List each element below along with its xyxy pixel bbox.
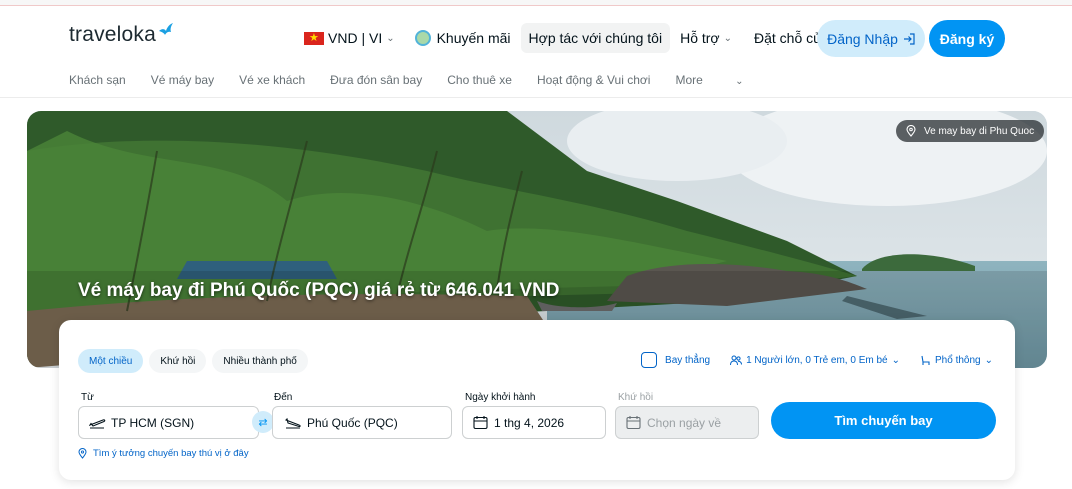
return-date-field[interactable]: Chọn ngày về bbox=[615, 406, 759, 439]
depart-label: Ngày khởi hành bbox=[465, 392, 536, 403]
tab-multi-city-label: Nhiều thành phố bbox=[223, 355, 297, 367]
from-field[interactable]: TP HCM (SGN) bbox=[78, 406, 259, 439]
calendar-icon bbox=[626, 416, 641, 430]
passenger-selector[interactable]: 1 Người lớn, 0 Trẻ em, 0 Em bé ⌄ bbox=[730, 355, 900, 366]
tab-multi-city[interactable]: Nhiều thành phố bbox=[212, 349, 308, 373]
subnav-item-more[interactable]: More ⌄ bbox=[675, 73, 768, 87]
checkbox-icon bbox=[641, 352, 658, 368]
calendar-icon bbox=[473, 416, 488, 430]
logo-text: traveloka bbox=[69, 23, 157, 46]
passenger-label: 1 Người lớn, 0 Trẻ em, 0 Em bé bbox=[746, 354, 888, 366]
subnav-more-label: More bbox=[675, 73, 703, 87]
subnav-item-flights[interactable]: Vé máy bay bbox=[151, 73, 214, 87]
subnav-item-activities[interactable]: Hoạt động & Vui chơi bbox=[537, 73, 651, 87]
search-flights-label: Tìm chuyến bay bbox=[834, 413, 933, 428]
depart-date-field[interactable]: 1 thg 4, 2026 bbox=[462, 406, 606, 439]
signup-button[interactable]: Đăng ký bbox=[929, 20, 1005, 57]
signup-label: Đăng ký bbox=[939, 30, 995, 47]
direct-flight-label: Bay thẳng bbox=[665, 354, 711, 366]
swap-icon: ⇄ bbox=[258, 416, 268, 429]
chevron-down-icon: ⌄ bbox=[984, 354, 993, 366]
search-options: Bay thẳng 1 Người lớn, 0 Trẻ em, 0 Em bé… bbox=[621, 352, 993, 368]
subnav-item-bus[interactable]: Vé xe khách bbox=[239, 73, 305, 87]
passengers-icon bbox=[730, 355, 743, 365]
currency-language-label: VND | VI bbox=[328, 30, 383, 46]
subnav-item-car-rental[interactable]: Cho thuê xe bbox=[447, 73, 512, 87]
nav-partner-label: Hợp tác với chúng tôi bbox=[528, 30, 663, 46]
return-date-placeholder: Chọn ngày về bbox=[647, 415, 722, 430]
login-button[interactable]: Đăng Nhập bbox=[817, 20, 925, 57]
chevron-down-icon: ⌄ bbox=[723, 32, 732, 44]
to-value: Phú Quốc (PQC) bbox=[307, 415, 398, 430]
takeoff-icon bbox=[89, 418, 106, 429]
header: traveloka VND | VI ⌄ Khuyến mãi Hợp tác … bbox=[0, 6, 1072, 98]
chevron-down-icon: ⌄ bbox=[386, 32, 395, 44]
nav-promo-label: Khuyến mãi bbox=[436, 30, 511, 46]
nav-partner[interactable]: Hợp tác với chúng tôi bbox=[520, 23, 671, 53]
location-badge[interactable]: Ve may bay di Phu Quoc bbox=[896, 120, 1045, 142]
hero-title: Vé máy bay đi Phú Quốc (PQC) giá rẻ từ 6… bbox=[78, 280, 560, 301]
flight-ideas-label: Tìm ý tưởng chuyến bay thú vị ở đây bbox=[93, 448, 249, 459]
product-subnav: Khách sạn Vé máy bay Vé xe khách Đưa đón… bbox=[69, 73, 794, 87]
trip-type-tabs: Một chiều Khứ hồi Nhiều thành phố bbox=[78, 349, 314, 373]
return-label: Khứ hồi bbox=[618, 392, 654, 403]
flight-ideas-link[interactable]: Tìm ý tưởng chuyến bay thú vị ở đây bbox=[78, 448, 249, 459]
tab-round-trip[interactable]: Khứ hồi bbox=[149, 349, 207, 373]
bird-icon bbox=[159, 23, 174, 35]
promo-icon bbox=[414, 30, 431, 46]
currency-language-selector[interactable]: VND | VI ⌄ bbox=[296, 23, 403, 53]
to-field[interactable]: Phú Quốc (PQC) bbox=[272, 406, 452, 439]
tab-round-trip-label: Khứ hồi bbox=[160, 355, 196, 367]
nav-support-label: Hỗ trợ bbox=[680, 30, 720, 46]
location-badge-label: Ve may bay di Phu Quoc bbox=[924, 125, 1035, 137]
from-value: TP HCM (SGN) bbox=[111, 415, 195, 430]
tab-one-way[interactable]: Một chiều bbox=[78, 349, 144, 373]
search-flights-button[interactable]: Tìm chuyến bay bbox=[771, 402, 996, 439]
login-icon bbox=[903, 32, 915, 45]
to-label: Đến bbox=[274, 392, 293, 403]
location-pin-icon bbox=[906, 125, 916, 137]
nav-promo[interactable]: Khuyến mãi bbox=[407, 23, 519, 53]
vietnam-flag-icon bbox=[304, 30, 324, 46]
tab-one-way-label: Một chiều bbox=[89, 355, 133, 367]
location-pin-icon bbox=[78, 448, 87, 459]
traveloka-logo[interactable]: traveloka bbox=[69, 23, 174, 47]
top-navigation: VND | VI ⌄ Khuyến mãi Hợp tác với chúng … bbox=[296, 20, 855, 56]
cabin-class-label: Phổ thông bbox=[935, 354, 981, 366]
subnav-item-airport-transfer[interactable]: Đưa đón sân bay bbox=[330, 73, 422, 87]
cabin-class-selector[interactable]: Phổ thông ⌄ bbox=[920, 355, 993, 366]
from-label: Từ bbox=[81, 392, 94, 403]
flight-search-panel: Một chiều Khứ hồi Nhiều thành phố Bay th… bbox=[59, 320, 1015, 480]
chevron-down-icon: ⌄ bbox=[735, 76, 744, 87]
landing-icon bbox=[285, 417, 301, 429]
chevron-down-icon: ⌄ bbox=[891, 354, 900, 366]
login-label: Đăng Nhập bbox=[827, 30, 898, 47]
swap-button[interactable]: ⇄ bbox=[252, 411, 274, 433]
direct-flight-checkbox[interactable]: Bay thẳng bbox=[641, 352, 710, 368]
depart-date-value: 1 thg 4, 2026 bbox=[494, 415, 565, 430]
subnav-item-hotels[interactable]: Khách sạn bbox=[69, 73, 126, 87]
seat-icon bbox=[921, 355, 930, 365]
nav-support[interactable]: Hỗ trợ ⌄ bbox=[672, 23, 740, 53]
